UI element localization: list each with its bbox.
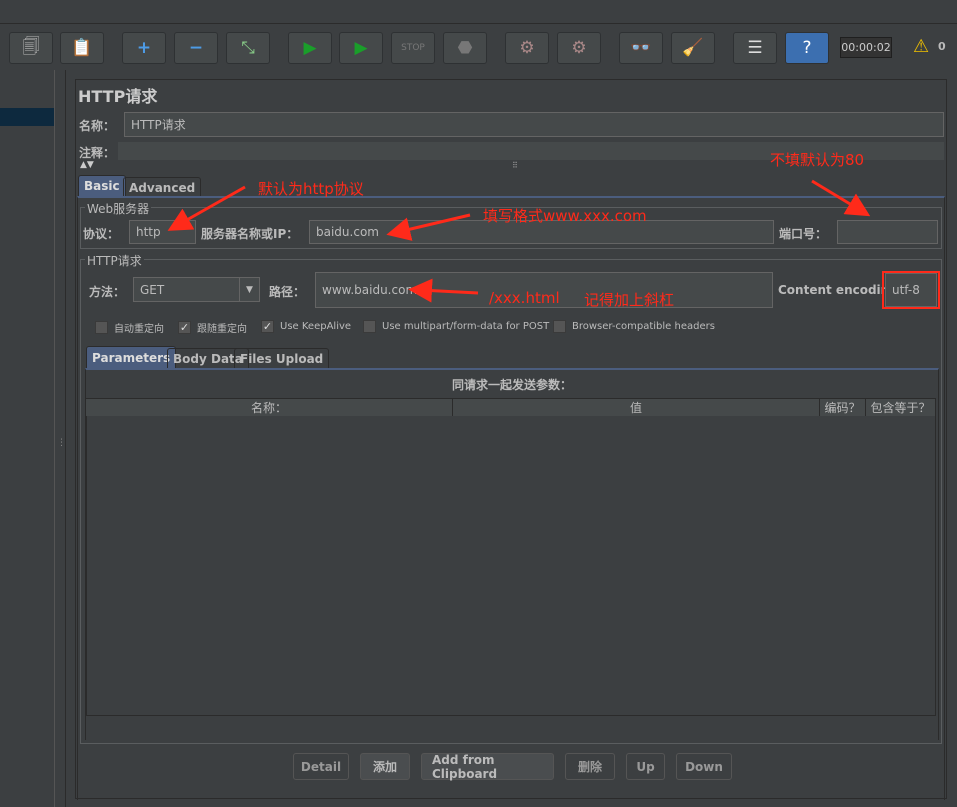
- arrow-path: [408, 278, 479, 303]
- arrow-server: [386, 213, 471, 241]
- arrow-protocol: [167, 185, 246, 231]
- annotation-arrows: [167, 179, 871, 303]
- arrow-port: [811, 179, 871, 217]
